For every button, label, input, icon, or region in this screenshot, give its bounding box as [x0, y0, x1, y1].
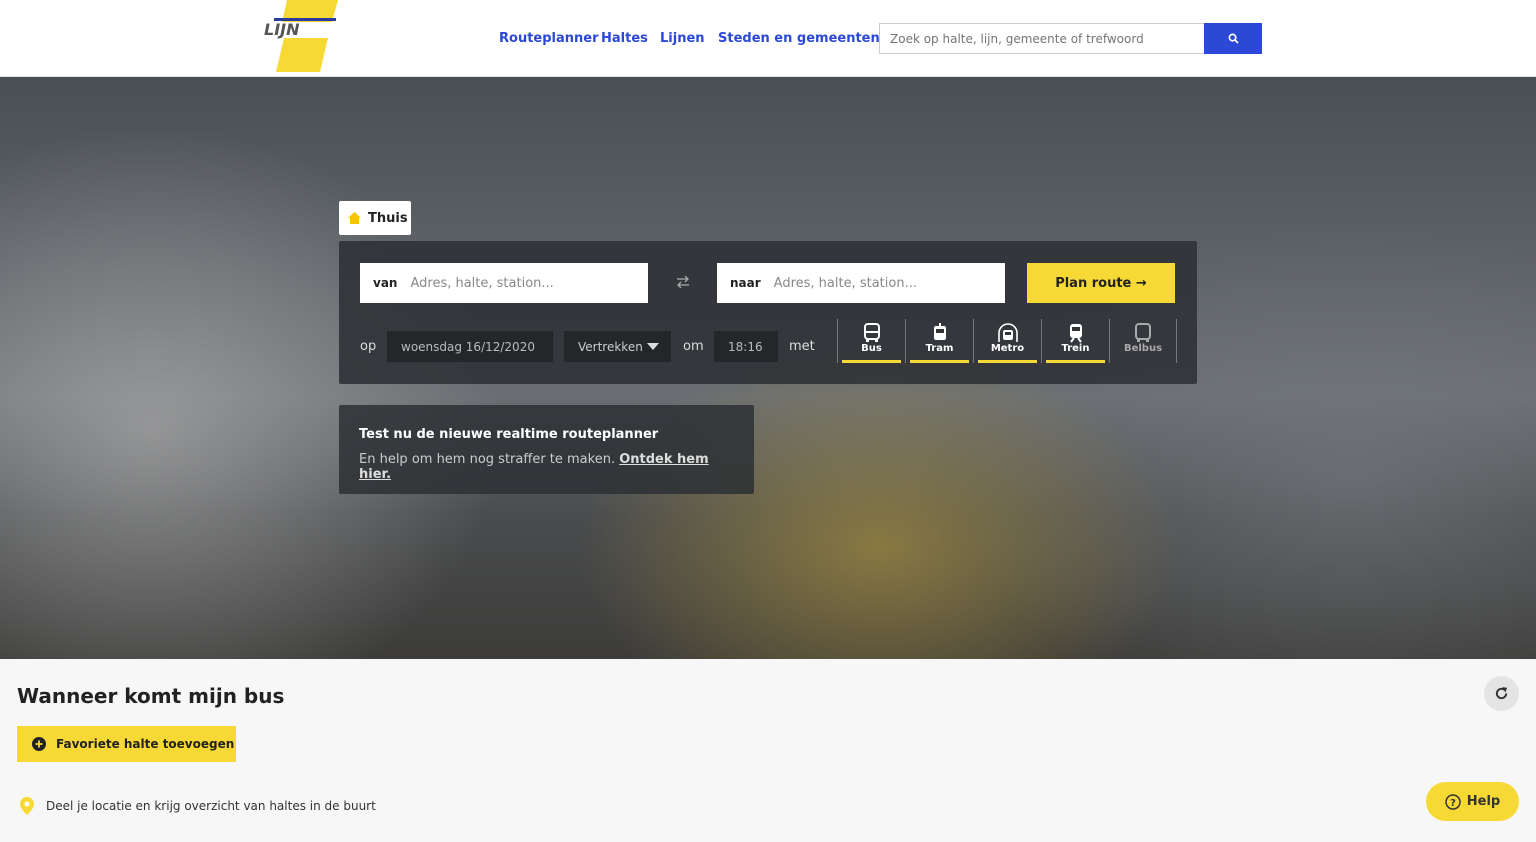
time-input[interactable]: 18:16: [714, 331, 778, 362]
time-label: om: [683, 339, 704, 354]
route-planner: van Adres, halte, station... naar Adres, h…: [339, 241, 1197, 384]
promo-banner: Test nu de nieuwe realtime routeplanner …: [339, 405, 754, 494]
to-label: naar: [730, 276, 761, 290]
location-text: Deel je locatie en krijg overzicht van h…: [46, 799, 376, 813]
mode-metro[interactable]: Metro: [973, 319, 1041, 363]
arrow-right-icon: →: [1135, 275, 1147, 291]
mode-belbus[interactable]: Belbus: [1109, 319, 1177, 363]
tab-label: Thuis: [368, 210, 408, 226]
help-button[interactable]: ? Help: [1426, 782, 1519, 821]
chevron-down-icon: [647, 343, 659, 350]
nav-lijnen[interactable]: Lijnen: [660, 31, 705, 46]
date-label: op: [360, 339, 377, 354]
to-placeholder: Adres, halte, station...: [773, 275, 917, 291]
belbus-icon: [1135, 323, 1151, 342]
home-icon: [348, 212, 361, 224]
active-indicator: [910, 360, 969, 363]
de-lijn-logo[interactable]: LIJN: [262, 0, 342, 72]
from-label: van: [373, 276, 398, 290]
mode-label: Trein: [1061, 343, 1090, 354]
section-title: Wanneer komt mijn bus: [17, 684, 285, 708]
tab-thuis[interactable]: Thuis: [339, 201, 411, 235]
nav-haltes[interactable]: Haltes: [601, 31, 648, 46]
search-input[interactable]: [879, 23, 1205, 54]
location-pin-icon: [20, 797, 34, 815]
departure-select-value: Vertrekken: [578, 339, 643, 354]
active-indicator: [978, 360, 1037, 363]
tram-icon: [933, 323, 946, 340]
plan-route-button[interactable]: Plan route →: [1027, 263, 1175, 303]
mode-label: Belbus: [1123, 343, 1163, 354]
nav-steden-en-gemeenten[interactable]: Steden en gemeenten: [718, 31, 880, 46]
promo-text: En help om hem nog straffer te maken.: [359, 452, 616, 467]
mode-label: Bus: [861, 343, 882, 354]
metro-icon: [997, 323, 1018, 342]
add-favorite-label: Favoriete halte toevoegen: [56, 737, 235, 751]
help-label: Help: [1466, 794, 1501, 809]
mode-tram[interactable]: Tram: [905, 319, 973, 363]
from-placeholder: Adres, halte, station...: [410, 275, 554, 291]
mode-trein[interactable]: Trein: [1041, 319, 1109, 363]
mode-bus[interactable]: Bus: [837, 319, 905, 363]
plan-route-label: Plan route: [1055, 275, 1132, 291]
question-circle-icon: ?: [1445, 793, 1461, 810]
nav-routeplanner[interactable]: Routeplanner: [499, 31, 599, 46]
departure-select[interactable]: Vertrekken: [564, 331, 671, 362]
search-icon: [1228, 33, 1239, 44]
promo-title: Test nu de nieuwe realtime routeplanner: [359, 427, 659, 442]
from-input[interactable]: van Adres, halte, station...: [360, 263, 648, 303]
refresh-button[interactable]: [1484, 676, 1519, 711]
active-indicator: [842, 360, 901, 363]
search-button[interactable]: [1204, 23, 1262, 54]
svg-text:?: ?: [1450, 798, 1456, 809]
active-indicator: [1046, 360, 1105, 363]
date-input[interactable]: woensdag 16/12/2020: [387, 331, 553, 362]
mode-label: Metro: [990, 343, 1025, 354]
swap-icon[interactable]: [676, 276, 690, 288]
svg-text:LIJN: LIJN: [264, 20, 300, 39]
share-location[interactable]: Deel je locatie en krijg overzicht van h…: [20, 797, 376, 815]
header: LIJN Routeplanner Haltes Lijnen Steden e…: [0, 0, 1536, 77]
mode-label: Tram: [925, 343, 954, 354]
to-input[interactable]: naar Adres, halte, station...: [717, 263, 1005, 303]
train-icon: [1069, 324, 1082, 343]
plus-circle-icon: [32, 737, 46, 751]
add-favorite-button[interactable]: Favoriete halte toevoegen: [17, 726, 236, 762]
bus-icon: [863, 323, 880, 342]
with-label: met: [789, 339, 815, 354]
refresh-icon: [1495, 686, 1508, 700]
